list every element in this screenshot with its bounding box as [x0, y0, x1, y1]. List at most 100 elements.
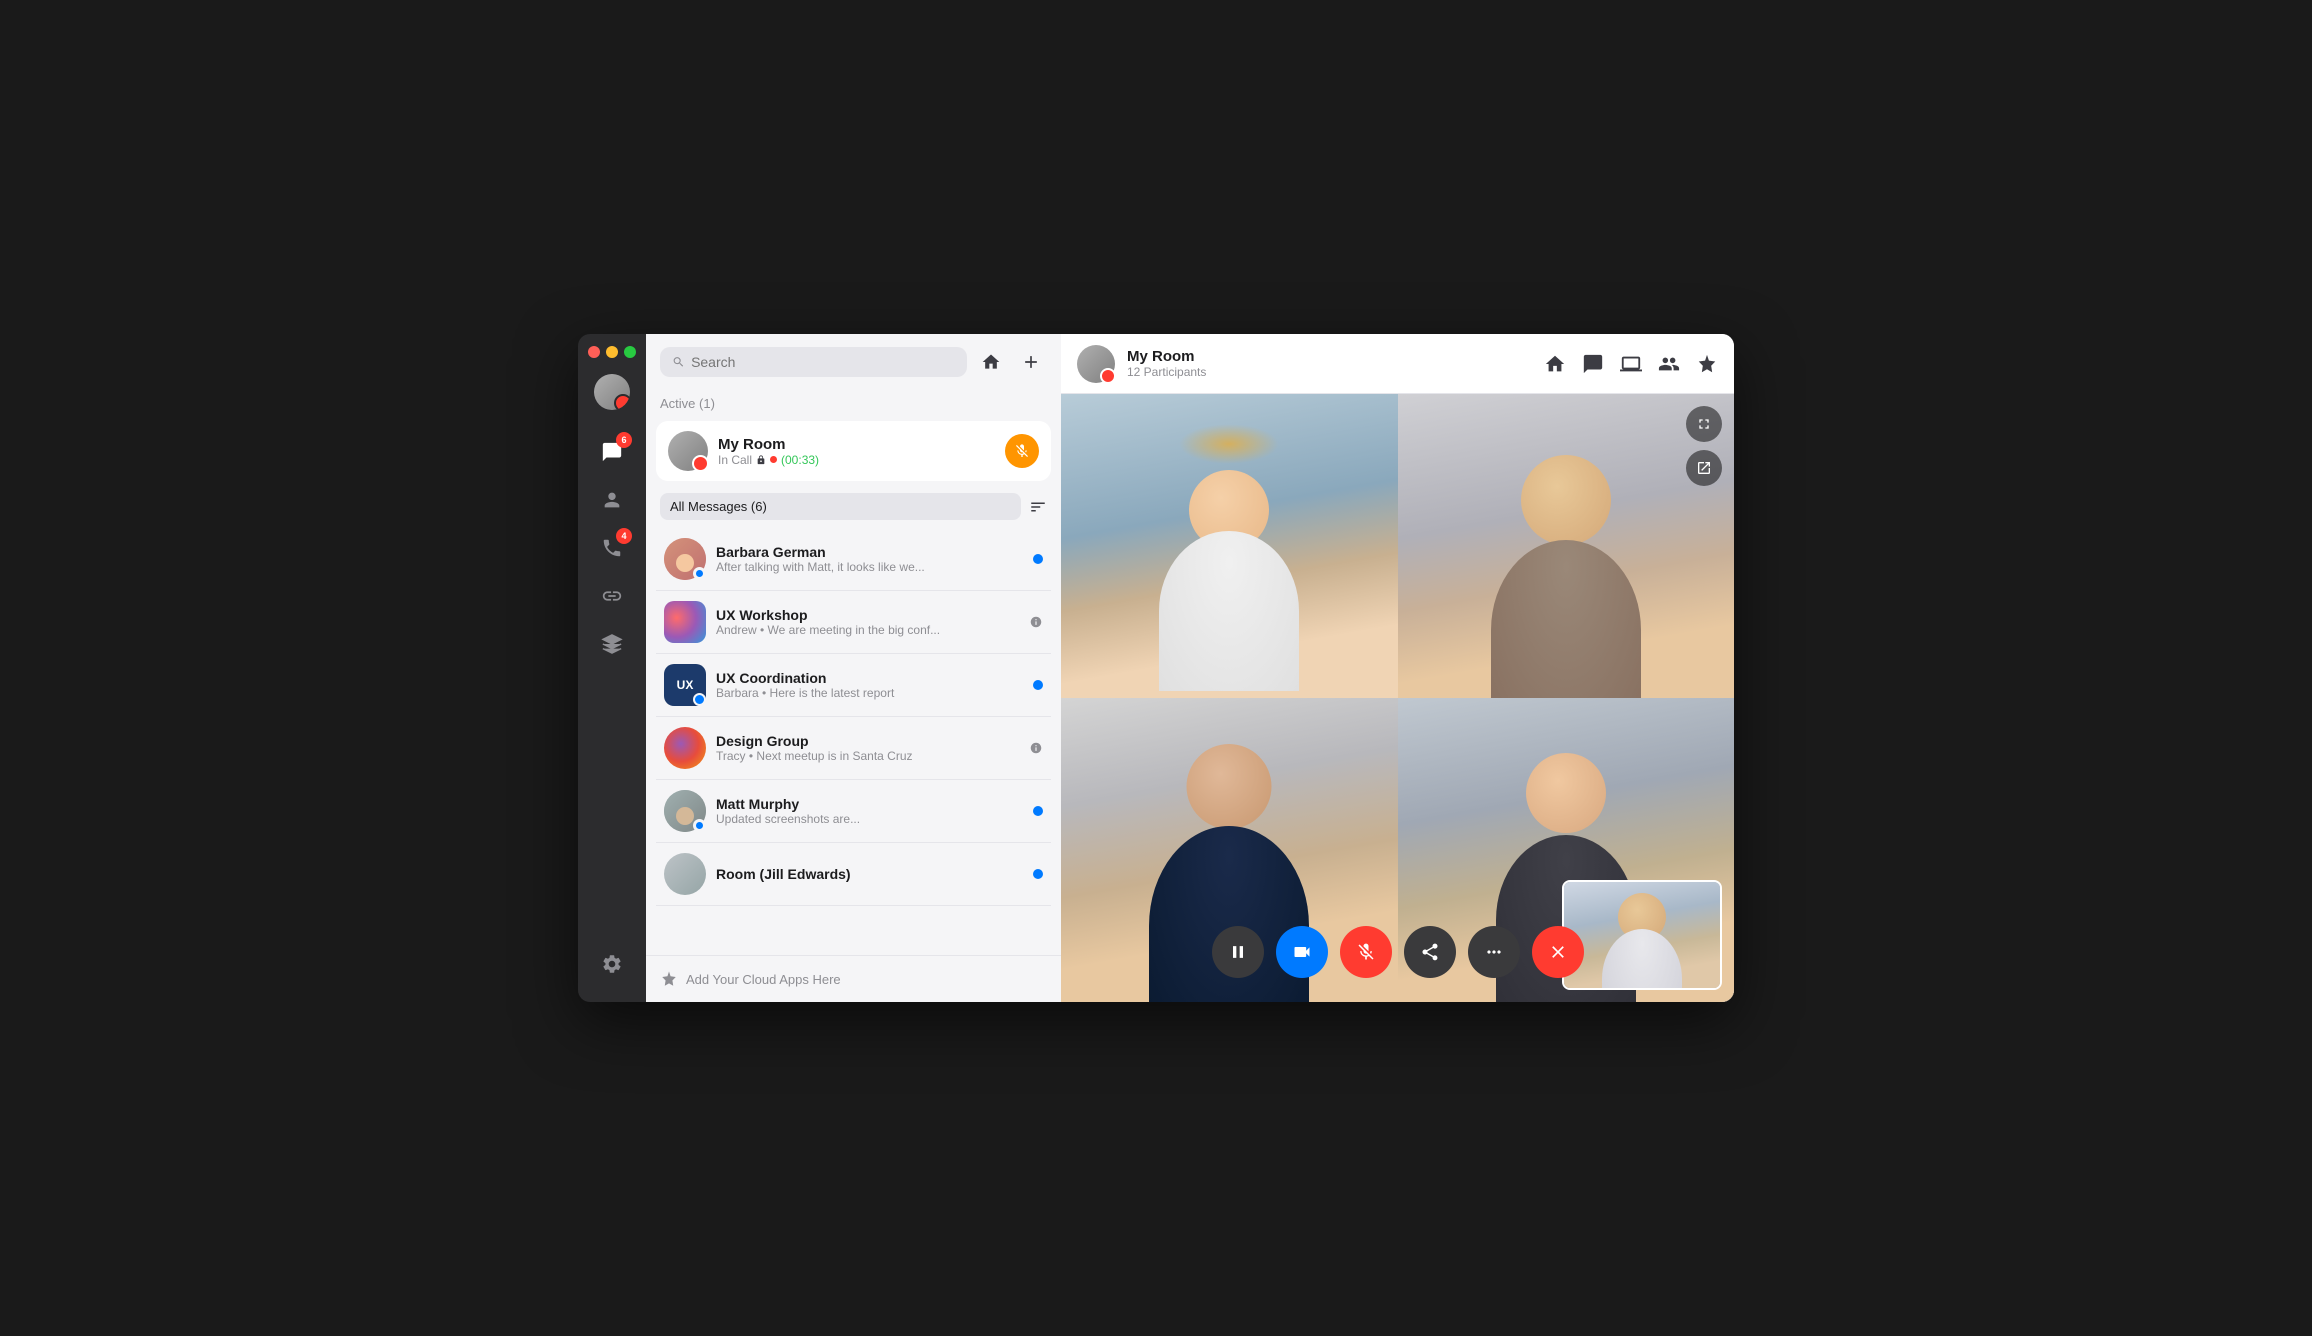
list-item[interactable]: UX Workshop Andrew • We are meeting in t…: [656, 591, 1051, 654]
message-meta: [1029, 615, 1043, 629]
message-meta: [1033, 680, 1043, 690]
asterisk-icon[interactable]: [1696, 353, 1718, 375]
main-actions: [1544, 353, 1718, 375]
mute-icon: [1029, 615, 1043, 629]
mute-call-button[interactable]: [1340, 926, 1392, 978]
barbara-avatar: [664, 538, 706, 580]
video-button[interactable]: [1276, 926, 1328, 978]
sidebar-item-settings[interactable]: [590, 942, 634, 986]
settings-icon: [601, 953, 623, 975]
sender-name: Room (Jill Edwards): [716, 866, 1023, 882]
messages-filter[interactable]: All Messages (6): [660, 493, 1021, 520]
sender-name: Matt Murphy: [716, 796, 1023, 812]
sidebar-item-integrations[interactable]: [590, 622, 634, 666]
avatar-image: [594, 374, 630, 410]
mute-icon: [1029, 741, 1043, 755]
message-content: Design Group Tracy • Next meetup is in S…: [716, 733, 1019, 763]
screen-share-icon[interactable]: [1620, 353, 1642, 375]
sidebar: 6 4: [578, 334, 646, 1002]
app-window: 6 4: [578, 334, 1734, 1002]
integrations-icon: [601, 633, 623, 655]
add-button[interactable]: [1015, 346, 1047, 378]
in-call-label: In Call: [718, 453, 752, 467]
list-item[interactable]: UX UX Coordination Barbara • Here is the…: [656, 654, 1051, 717]
pip-video: [1564, 882, 1720, 988]
matt-avatar: [664, 790, 706, 832]
add-cloud-button[interactable]: Add Your Cloud Apps Here: [646, 955, 1061, 1002]
search-input-wrap[interactable]: [660, 347, 967, 377]
message-content: UX Coordination Barbara • Here is the la…: [716, 670, 1023, 700]
mic-off-icon: [1356, 942, 1376, 962]
phone-badge: 4: [616, 528, 632, 544]
microphone-off-icon: [1014, 443, 1030, 459]
filter-bar: All Messages (6): [646, 485, 1061, 528]
active-room-status: In Call (00:33): [718, 453, 995, 467]
sidebar-item-messages[interactable]: 6: [590, 430, 634, 474]
message-meta: [1033, 554, 1043, 564]
list-item[interactable]: Matt Murphy Updated screenshots are...: [656, 780, 1051, 843]
video-cell-2: [1398, 394, 1735, 698]
sidebar-item-contacts[interactable]: [590, 478, 634, 522]
close-button[interactable]: [588, 346, 600, 358]
sender-name: Barbara German: [716, 544, 1023, 560]
online-indicator: [694, 820, 705, 831]
close-icon: [1548, 942, 1568, 962]
left-panel: Active (1) My Room In Call (00:33): [646, 334, 1061, 1002]
message-preview: Tracy • Next meetup is in Santa Cruz: [716, 749, 1019, 763]
video-icon: [1292, 942, 1312, 962]
unread-dot: [1033, 806, 1043, 816]
search-input[interactable]: [691, 354, 955, 370]
active-section-header: Active (1): [646, 390, 1061, 417]
sidebar-item-links[interactable]: [590, 574, 634, 618]
video-grid: [1061, 394, 1734, 1002]
expand-button[interactable]: [1686, 406, 1722, 442]
minimize-button[interactable]: [606, 346, 618, 358]
pip-container: [1562, 880, 1722, 990]
message-preview: Updated screenshots are...: [716, 812, 1023, 826]
list-item[interactable]: Barbara German After talking with Matt, …: [656, 528, 1051, 591]
room-action-icon[interactable]: [1544, 353, 1566, 375]
main-header: My Room 12 Participants: [1061, 334, 1734, 394]
room-icon-button[interactable]: [975, 346, 1007, 378]
message-preview: After talking with Matt, it looks like w…: [716, 560, 1023, 574]
message-meta: [1029, 741, 1043, 755]
external-button[interactable]: [1686, 450, 1722, 486]
main-room-name: My Room: [1127, 348, 1532, 365]
lock-icon: [756, 455, 766, 465]
list-item[interactable]: Design Group Tracy • Next meetup is in S…: [656, 717, 1051, 780]
active-room-avatar: [668, 431, 708, 471]
maximize-button[interactable]: [624, 346, 636, 358]
participants-icon[interactable]: [1658, 353, 1680, 375]
jill-avatar: [664, 853, 706, 895]
call-controls: [1212, 926, 1584, 978]
main-room-avatar: [1077, 345, 1115, 383]
active-room-item[interactable]: My Room In Call (00:33): [656, 421, 1051, 481]
ux-coordination-avatar: UX: [664, 664, 706, 706]
message-content: UX Workshop Andrew • We are meeting in t…: [716, 607, 1019, 637]
call-status-dot: [770, 456, 777, 463]
main-panel: My Room 12 Participants: [1061, 334, 1734, 1002]
floating-controls: [1686, 406, 1722, 486]
ux-workshop-avatar: [664, 601, 706, 643]
end-call-button[interactable]: [1532, 926, 1584, 978]
traffic-lights: [578, 346, 636, 358]
message-meta: [1033, 806, 1043, 816]
messages-badge: 6: [616, 432, 632, 448]
call-timer: (00:33): [781, 453, 819, 467]
pause-icon: [1228, 942, 1248, 962]
unread-dot: [1033, 680, 1043, 690]
chat-action-icon[interactable]: [1582, 353, 1604, 375]
add-cloud-label: Add Your Cloud Apps Here: [686, 972, 841, 987]
home-icon: [981, 352, 1001, 372]
more-button[interactable]: [1468, 926, 1520, 978]
sender-name: UX Workshop: [716, 607, 1019, 623]
pause-button[interactable]: [1212, 926, 1264, 978]
list-item[interactable]: Room (Jill Edwards): [656, 843, 1051, 906]
user-avatar[interactable]: [594, 374, 630, 410]
message-content: Room (Jill Edwards): [716, 866, 1023, 882]
share-button[interactable]: [1404, 926, 1456, 978]
design-group-avatar: [664, 727, 706, 769]
mute-button[interactable]: [1005, 434, 1039, 468]
sidebar-item-phone[interactable]: 4: [590, 526, 634, 570]
filter-icon[interactable]: [1029, 498, 1047, 516]
